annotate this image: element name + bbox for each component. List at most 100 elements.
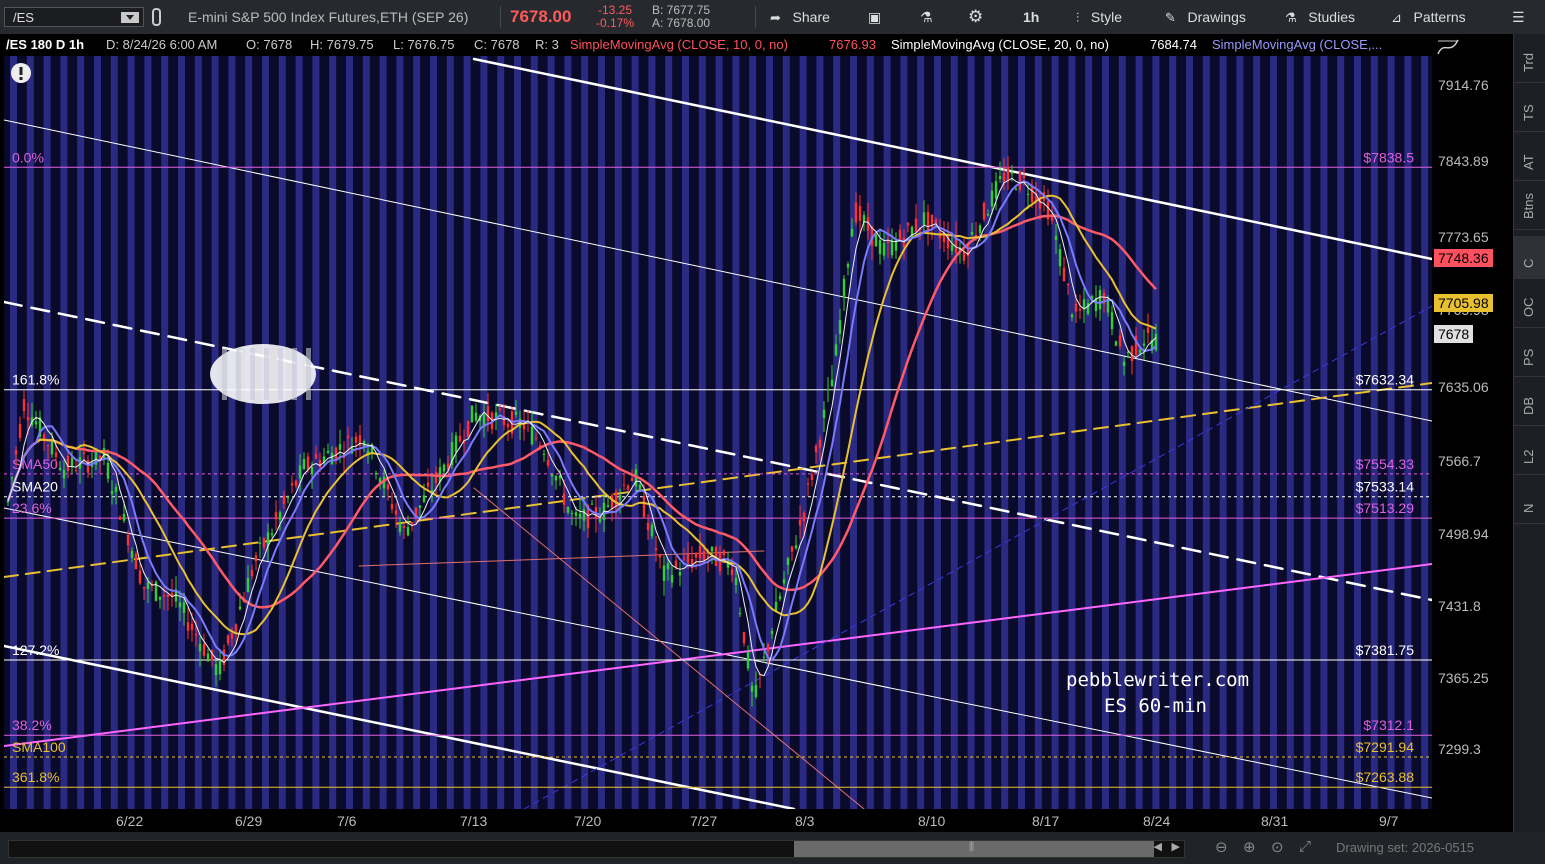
zoom-in-icon[interactable]: ⊕ xyxy=(1243,838,1256,856)
candle-body xyxy=(782,579,786,584)
candle-body xyxy=(190,623,194,630)
bar-range: R: 3 xyxy=(535,37,559,52)
session-stripe xyxy=(581,56,589,809)
sidebar-tab-oc[interactable]: OC xyxy=(1514,285,1545,328)
candle-body xyxy=(922,212,926,225)
session-stripe xyxy=(346,56,353,809)
sidebar-tab-btns[interactable]: Btns xyxy=(1514,187,1545,230)
candle-body xyxy=(346,435,350,439)
session-stripe xyxy=(1286,56,1294,809)
sma20-study[interactable]: SimpleMovingAvg (CLOSE, 20, 0, no) xyxy=(891,34,1146,56)
candle-body xyxy=(434,471,438,483)
candle-body xyxy=(686,554,690,563)
candle-body xyxy=(262,538,266,548)
sidebar-tab-db[interactable]: DB xyxy=(1514,383,1545,426)
candle-body xyxy=(202,643,206,656)
candle-body xyxy=(1002,172,1006,184)
fit-icon[interactable]: ⊙ xyxy=(1271,838,1284,856)
price-axis[interactable]: 7914.76 7843.89 7773.65 7705.98 7635.06 7566.… xyxy=(1432,34,1513,832)
chart-settings-icon[interactable] xyxy=(1436,36,1462,58)
chart-canvas[interactable]: 0.0% $7838.5161.8% $7632.34SMA50 $7554.33SM… xyxy=(4,56,1432,809)
divider xyxy=(755,6,756,28)
level-left-label: 0.0% xyxy=(12,149,44,165)
candle-body xyxy=(722,550,726,556)
date-axis-label: 8/10 xyxy=(918,813,946,829)
candle-body xyxy=(70,457,74,468)
candle-body xyxy=(562,493,566,505)
candle-body xyxy=(1022,175,1026,178)
candle-body xyxy=(114,487,118,492)
candle-body xyxy=(1138,349,1142,354)
drawings-button[interactable]: ✎ Drawings xyxy=(1165,0,1246,34)
sidebar-tab-trd[interactable]: Trd xyxy=(1514,40,1545,83)
sidebar-tab-ts[interactable]: TS xyxy=(1514,89,1545,132)
candle-body xyxy=(294,480,298,487)
candle-body xyxy=(186,622,190,631)
session-stripe xyxy=(178,56,185,809)
candle-body xyxy=(290,483,294,486)
level-right-label: $7554.33 xyxy=(1356,456,1415,472)
share-button[interactable]: ➦ Share xyxy=(770,0,830,34)
session-stripe xyxy=(295,56,303,809)
drawing-set[interactable]: Drawing set: 2026-0515 xyxy=(1336,840,1474,855)
style-label: Style xyxy=(1090,9,1122,25)
alert-icon[interactable] xyxy=(10,62,32,84)
candle-body xyxy=(746,652,750,669)
candle-body xyxy=(1146,327,1150,334)
candle-body xyxy=(506,423,510,428)
session-stripe xyxy=(1387,56,1395,809)
sidebar-tab-l2[interactable]: L2 xyxy=(1514,432,1545,475)
candle-body xyxy=(858,206,862,221)
candle-body xyxy=(622,484,626,486)
symbol-selector[interactable]: /ES xyxy=(4,7,144,27)
symbol-text: /ES xyxy=(13,10,34,25)
date-axis-label: 6/22 xyxy=(116,813,144,829)
candle-body xyxy=(162,595,166,597)
chart-plot-area[interactable]: 0.0% $7838.5 161.8% $7632.34 SMA50 $7554.33 SM… xyxy=(4,56,1432,809)
horizontal-scrollbar[interactable]: ⫼ ◀ ▶ xyxy=(8,840,1185,858)
sidebar-tab-ps[interactable]: PS xyxy=(1514,334,1545,377)
session-stripe xyxy=(1354,56,1361,809)
timeframe-button[interactable]: 1h xyxy=(1023,0,1039,34)
candle-body xyxy=(806,483,810,485)
sidebar-tab-n[interactable]: N xyxy=(1514,481,1545,524)
date-axis[interactable]: 6/22 6/29 7/6 7/13 7/20 7/27 8/3 8/10 8/17 8/24 8/… xyxy=(4,809,1432,832)
more-icon[interactable]: ☰ xyxy=(1512,0,1525,34)
price-axis-label: 7498.94 xyxy=(1438,525,1489,542)
session-stripe xyxy=(312,56,320,809)
candle-body xyxy=(818,439,822,448)
sma20-value: 7684.74 xyxy=(1150,37,1197,52)
sma10-study[interactable]: SimpleMovingAvg (CLOSE, 10, 0, no) xyxy=(570,34,824,56)
candle-body xyxy=(738,612,742,614)
scroll-right-icon[interactable]: ▶ xyxy=(1172,840,1180,853)
sma50-study[interactable]: SimpleMovingAvg (CLOSE,... xyxy=(1212,34,1418,56)
snapshot-icon[interactable]: ▣ xyxy=(868,0,881,34)
candle-body xyxy=(122,513,126,521)
sidebar-tab-c[interactable]: C xyxy=(1514,236,1545,279)
sidebar-tab-at[interactable]: AT xyxy=(1514,138,1545,181)
scroll-left-icon[interactable]: ◀ xyxy=(1154,840,1162,853)
share-label: Share xyxy=(792,9,830,25)
candle-body xyxy=(666,563,670,570)
candle-body xyxy=(754,685,758,697)
studies-button[interactable]: ⚗ Studies xyxy=(1285,0,1355,34)
candle-body xyxy=(734,577,738,586)
patterns-button[interactable]: ⊿ Patterns xyxy=(1391,0,1466,34)
session-stripe xyxy=(698,56,706,809)
session-stripe xyxy=(950,56,958,809)
flask-icon[interactable]: ⚗ xyxy=(920,0,933,34)
gear-icon[interactable]: ⚙ xyxy=(968,0,983,34)
session-stripe xyxy=(497,56,505,809)
candle-body xyxy=(274,512,278,520)
candle-body xyxy=(302,459,306,469)
chevron-down-icon[interactable] xyxy=(121,12,139,23)
candle-body xyxy=(82,452,86,454)
candle-body xyxy=(598,519,602,522)
candle-body xyxy=(1098,290,1102,310)
expand-icon[interactable]: ⤢ xyxy=(1299,838,1311,855)
candle-body xyxy=(1082,299,1086,309)
zoom-out-icon[interactable]: ⊖ xyxy=(1215,838,1228,856)
candle-body xyxy=(926,211,930,233)
link-icon[interactable] xyxy=(150,8,164,26)
style-button[interactable]: ⫶ Style xyxy=(1076,0,1122,34)
